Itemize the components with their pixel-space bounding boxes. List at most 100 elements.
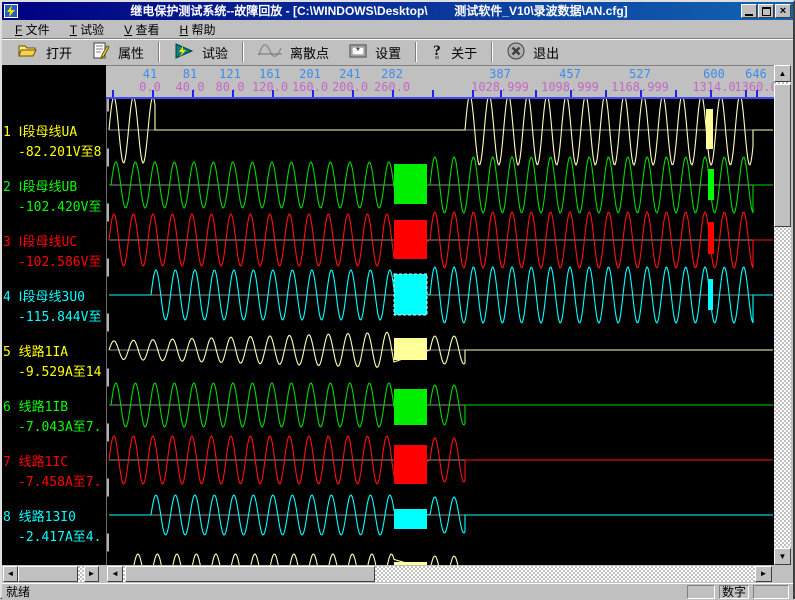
discrete-points-icon (258, 42, 282, 63)
ruler-sample-label: 161 (259, 67, 281, 81)
label-panel-scrollbar[interactable]: ◄ ► (2, 565, 100, 583)
ruler-sample-label: 241 (339, 67, 361, 81)
scroll-down-button[interactable]: ▼ (774, 548, 791, 565)
toolbar-button-discrete-points[interactable]: 离散点 (248, 40, 339, 64)
ruler-tick (640, 90, 642, 97)
toolbar-button-label: 打开 (46, 43, 72, 62)
channel-label-6: 6 线路1IB (3, 396, 68, 415)
toolbar-button-test[interactable]: 试验 (164, 40, 238, 64)
toolbar-separator (491, 42, 493, 62)
wave-scroll-thumb[interactable] (125, 566, 375, 582)
waveform-scrollbar[interactable]: ◄ ► (106, 565, 774, 583)
status-bar: 就绪 数字 (2, 583, 793, 599)
channel-label-3: 3 Ⅰ段母线UC (3, 231, 77, 250)
toolbar-button-open[interactable]: 打开 (8, 40, 82, 64)
label-scroll-left-button[interactable]: ◄ (3, 566, 18, 582)
vertical-scrollbar[interactable]: ▲ ▼ (774, 65, 792, 565)
channel-range-6: -7.043A至7. (18, 416, 101, 435)
test-icon (174, 42, 194, 63)
ruler-sample-label: 600 (703, 67, 725, 81)
toolbar-separator (415, 42, 417, 62)
ruler-tick (312, 90, 314, 97)
channel-range-8: -2.417A至4. (18, 526, 101, 545)
channel-range-2: -102.420V至 (18, 196, 101, 215)
ruler-tick (500, 90, 502, 97)
ruler-tick (756, 90, 758, 97)
vertical-scroll-thumb[interactable] (774, 84, 791, 227)
scroll-up-button[interactable]: ▲ (774, 65, 791, 82)
toolbar-button-label: 设置 (375, 43, 401, 62)
toolbar-button-about[interactable]: ?关于 (421, 40, 487, 64)
toolbar-button-label: 退出 (533, 43, 559, 62)
label-scroll-right-button[interactable]: ► (84, 566, 99, 582)
menu-bar: F 文件T 试验V 查看H 帮助 (2, 20, 793, 38)
ruler-tick (232, 90, 234, 97)
ruler-time-label: 160.0 (292, 80, 328, 94)
channel-wave-1 (109, 99, 773, 165)
ruler-sample-label: 81 (183, 67, 197, 81)
close-button[interactable]: × (775, 4, 791, 18)
ruler-tick (570, 90, 572, 97)
fault-block-5 (394, 338, 427, 360)
ruler-sample-label: 457 (559, 67, 581, 81)
toolbar-button-label: 属性 (118, 43, 144, 62)
menu-item-test[interactable]: T 试验 (61, 20, 113, 39)
wave-scroll-left-button[interactable]: ◄ (107, 566, 123, 582)
app-window: { "window": { "title": "继电保护测试系统--故障回放 -… (0, 0, 795, 599)
open-folder-icon (18, 43, 38, 62)
cursor-mark-2 (708, 169, 714, 200)
ruler-tick (472, 90, 474, 97)
ruler-sample-label: 527 (629, 67, 651, 81)
cursor-mark-1 (706, 109, 713, 149)
window-title: 继电保护测试系统--故障回放 - [C:\WINDOWS\Desktop\ 测试… (18, 2, 740, 20)
scrollbar-row: ◄ ► ◄ ► (2, 565, 793, 583)
ruler-tick (432, 90, 434, 97)
fault-block-7 (394, 445, 427, 484)
fault-block-4 (394, 274, 427, 315)
wave-scroll-right-button[interactable]: ► (755, 566, 772, 582)
toolbar-button-label: 关于 (451, 43, 477, 62)
toolbar-separator (158, 42, 160, 62)
channel-range-3: -102.586V至 (18, 251, 101, 270)
cursor-mark-4 (708, 279, 713, 310)
ruler-sample-label: 646 (745, 67, 767, 81)
waveform-area[interactable] (106, 99, 774, 565)
ruler-tick (535, 90, 537, 97)
ruler-time-label: 1360.0 (734, 80, 774, 94)
channel-range-1: -82.201V至8 (18, 141, 101, 160)
status-num-indicator: 数字 (719, 585, 749, 599)
toolbar-button-exit[interactable]: 退出 (497, 40, 569, 64)
menu-item-help[interactable]: H 帮助 (171, 20, 225, 39)
ruler-sample-label: 121 (219, 67, 241, 81)
channel-range-7: -7.458A至7. (18, 471, 101, 490)
menu-item-view[interactable]: V 查看 (115, 20, 168, 39)
waveform-plot (107, 99, 774, 565)
settings-icon: * (349, 43, 367, 62)
channel-label-8: 8 线路13I0 (3, 506, 76, 525)
channel-label-5: 5 线路1IA (3, 341, 68, 360)
ruler-sample-label: 41 (143, 67, 157, 81)
ruler-time-label: 80.0 (216, 80, 245, 94)
toolbar-button-properties[interactable]: 属性 (82, 40, 154, 64)
menu-item-file[interactable]: F 文件 (6, 20, 59, 39)
label-scroll-thumb[interactable] (18, 566, 78, 582)
waveform-panel: 410.08140.012180.0161120.0201160.0241200… (106, 65, 774, 565)
status-ready-text: 就绪 (2, 583, 687, 600)
toolbar-button-settings[interactable]: * 设置 (339, 40, 411, 64)
minimize-button[interactable] (741, 4, 757, 18)
ruler-tick (710, 90, 712, 97)
channel-label-4: 4 Ⅰ段母线3U0 (3, 286, 85, 305)
ruler-tick (192, 90, 194, 97)
ruler-time-label: 40.0 (176, 80, 205, 94)
toolbar: 打开 属性 试验离散点 * 设置 ?关于 退出 (2, 38, 793, 65)
cursor-mark-3 (708, 222, 714, 254)
properties-icon (92, 42, 110, 63)
restore-button[interactable] (758, 4, 774, 18)
ruler-sample-label: 201 (299, 67, 321, 81)
ruler-tick (392, 90, 394, 97)
ruler-tick (112, 90, 114, 97)
time-ruler: 410.08140.012180.0161120.0201160.0241200… (106, 65, 774, 97)
channel-label-panel: 1 Ⅰ段母线UA-82.201V至82 Ⅰ段母线UB-102.420V至3 Ⅰ段… (2, 65, 106, 565)
channel-label-7: 7 线路1IC (3, 451, 68, 470)
ruler-tick (152, 90, 154, 97)
